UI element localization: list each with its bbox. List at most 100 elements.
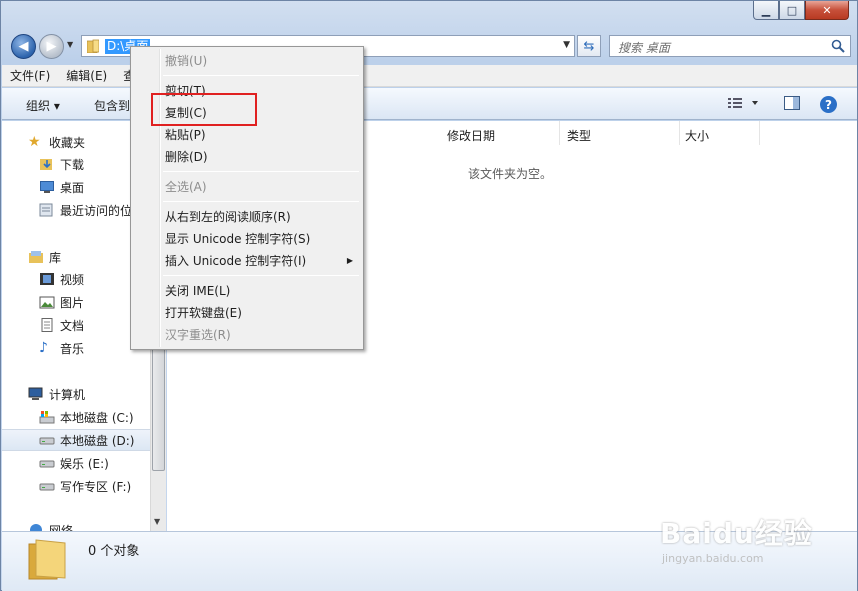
network-icon <box>30 524 42 531</box>
nav-music-label: 音乐 <box>60 341 85 356</box>
nav-desktop[interactable]: 桌面 <box>2 176 150 198</box>
close-button[interactable]: ✕ <box>805 1 849 20</box>
drive-icon <box>39 460 55 468</box>
nav-library-label: 库 <box>49 250 62 265</box>
preview-pane-button[interactable] <box>784 96 800 113</box>
item-count: 0 个对象 <box>88 544 140 559</box>
nav-pictures-label: 图片 <box>60 295 85 310</box>
explorer-window: ▁ □ ✕ ◀ ▶ ▼ D:\桌面 ▼ ⇆ 搜索 桌面 文件(F) 编辑(E) … <box>0 0 858 591</box>
navigation-pane: ★ 收藏夹 下载 桌面 最近访问的位 库 视频 图片 文档 ♪ 音乐 计算机 本… <box>2 121 150 531</box>
search-box[interactable]: 搜索 桌面 <box>609 35 851 57</box>
nav-recent-label: 最近访问的位 <box>60 203 133 218</box>
menu-item-rtl-reading[interactable]: 从右到左的阅读顺序(R) <box>165 207 291 227</box>
arrow-right-icon: ▶ <box>46 39 57 54</box>
search-icon[interactable] <box>831 39 845 53</box>
column-size[interactable]: 大小 <box>685 127 709 145</box>
nav-drive-e[interactable]: 娱乐 (E:) <box>2 452 150 474</box>
nav-documents-label: 文档 <box>60 318 85 333</box>
menu-separator <box>163 75 359 76</box>
watermark-url: jingyan.baidu.com <box>662 552 764 565</box>
menu-separator <box>163 201 359 202</box>
nav-downloads[interactable]: 下载 <box>2 153 150 175</box>
recent-places-icon <box>39 203 53 217</box>
nav-music[interactable]: ♪ 音乐 <box>2 337 150 359</box>
menu-item-select-all[interactable]: 全选(A) <box>165 177 207 197</box>
scroll-down-arrow[interactable]: ▼ <box>154 517 160 526</box>
nav-documents[interactable]: 文档 <box>2 314 150 336</box>
address-dropdown-button[interactable]: ▼ <box>563 40 570 50</box>
help-icon: ? <box>825 97 832 112</box>
column-type[interactable]: 类型 <box>567 127 591 145</box>
music-icon: ♪ <box>39 340 48 356</box>
view-icon <box>728 98 758 108</box>
maximize-button[interactable]: □ <box>779 1 805 20</box>
forward-button[interactable]: ▶ <box>39 34 64 59</box>
pictures-icon <box>39 296 55 309</box>
drive-icon <box>39 437 55 445</box>
nav-network-label: 网络 <box>49 523 74 532</box>
menu-item-soft-keyboard[interactable]: 打开软键盘(E) <box>165 303 242 323</box>
nav-drive-c[interactable]: 本地磁盘 (C:) <box>2 406 150 428</box>
menu-item-insert-unicode[interactable]: 插入 Unicode 控制字符(I) <box>165 251 306 271</box>
search-placeholder: 搜索 桌面 <box>618 41 670 55</box>
column-divider[interactable] <box>759 121 760 145</box>
menu-item-delete[interactable]: 删除(D) <box>165 147 208 167</box>
submenu-arrow-icon: ▶ <box>346 256 353 265</box>
nav-computer[interactable]: 计算机 <box>2 383 150 405</box>
downloads-folder-icon <box>40 159 52 170</box>
nav-drive-c-label: 本地磁盘 (C:) <box>60 410 134 425</box>
nav-drive-f[interactable]: 写作专区 (F:) <box>2 475 150 497</box>
history-dropdown-button[interactable]: ▼ <box>67 40 73 49</box>
watermark-logo-text: Baidu经验 <box>660 517 813 550</box>
nav-desktop-label: 桌面 <box>60 180 85 195</box>
nav-recent-places[interactable]: 最近访问的位 <box>2 199 150 221</box>
nav-drive-d[interactable]: 本地磁盘 (D:) <box>2 429 150 451</box>
menu-file[interactable]: 文件(F) <box>2 65 58 87</box>
context-menu: 撤销(U) 剪切(T) 复制(C) 粘贴(P) 删除(D) 全选(A) 从右到左… <box>130 46 364 350</box>
nav-pictures[interactable]: 图片 <box>2 291 150 313</box>
view-options-button[interactable] <box>728 96 758 113</box>
menu-separator <box>163 275 359 276</box>
help-button[interactable]: ? <box>820 96 837 113</box>
menu-edit[interactable]: 编辑(E) <box>58 65 115 87</box>
nav-drive-d-label: 本地磁盘 (D:) <box>60 433 135 448</box>
menu-item-show-unicode[interactable]: 显示 Unicode 控制字符(S) <box>165 229 310 249</box>
nav-computer-label: 计算机 <box>49 387 86 402</box>
nav-videos-label: 视频 <box>60 272 85 287</box>
computer-icon <box>28 387 43 400</box>
nav-network[interactable]: 网络 <box>2 519 150 531</box>
minimize-button[interactable]: ▁ <box>753 1 779 20</box>
copy-highlight-annotation <box>151 93 257 126</box>
folder-icon <box>28 539 66 580</box>
empty-folder-message: 该文件夹为空。 <box>468 167 553 181</box>
nav-videos[interactable]: 视频 <box>2 268 150 290</box>
column-divider[interactable] <box>679 121 680 145</box>
folder-icon <box>87 39 99 53</box>
column-date-modified[interactable]: 修改日期 <box>447 127 495 145</box>
back-button[interactable]: ◀ <box>11 34 36 59</box>
documents-icon <box>41 318 53 332</box>
include-in-library-button[interactable]: 包含到 <box>94 97 130 114</box>
organize-button[interactable]: 组织 ▾ <box>26 97 60 114</box>
arrow-left-icon: ◀ <box>18 39 29 54</box>
videos-icon <box>40 273 54 285</box>
library-icon <box>29 251 43 263</box>
preview-pane-icon <box>784 96 800 110</box>
menu-item-reconvert[interactable]: 汉字重选(R) <box>165 325 231 345</box>
refresh-button[interactable]: ⇆ <box>577 35 601 57</box>
drive-icon <box>39 483 55 491</box>
nav-drive-f-label: 写作专区 (F:) <box>60 479 132 494</box>
menu-item-close-ime[interactable]: 关闭 IME(L) <box>165 281 230 301</box>
refresh-icon: ⇆ <box>583 38 595 54</box>
desktop-icon <box>40 181 54 193</box>
baidu-jingyan-watermark: Baidu经验 jingyan.baidu.com <box>660 512 813 565</box>
system-drive-icon <box>39 411 55 424</box>
column-divider[interactable] <box>559 121 560 145</box>
nav-favorites[interactable]: ★ 收藏夹 <box>2 131 150 153</box>
nav-libraries[interactable]: 库 <box>2 246 150 268</box>
menu-item-undo[interactable]: 撤销(U) <box>165 51 207 71</box>
nav-favorites-label: 收藏夹 <box>49 135 86 150</box>
menu-separator <box>163 171 359 172</box>
nav-downloads-label: 下载 <box>60 157 85 172</box>
menu-item-paste[interactable]: 粘贴(P) <box>165 125 206 145</box>
